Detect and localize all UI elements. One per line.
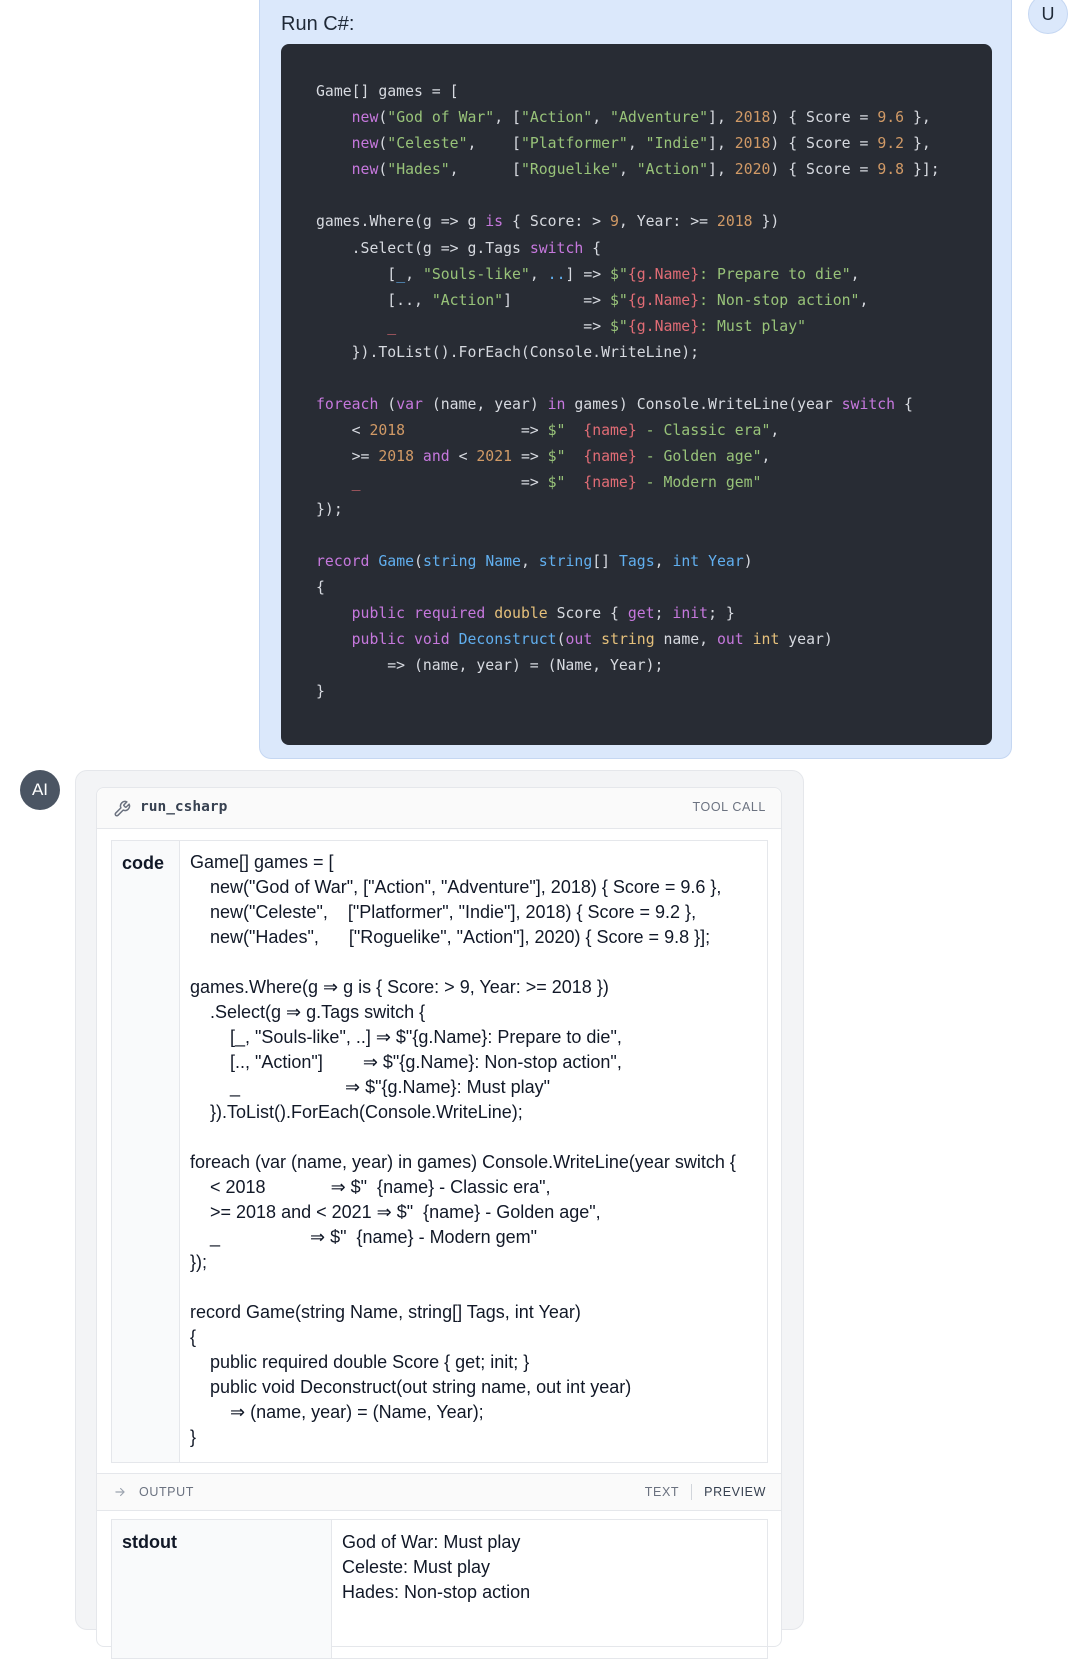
ai-avatar: AI bbox=[20, 770, 60, 810]
tool-call-tag: TOOL CALL bbox=[692, 800, 766, 814]
output-key-stdout: stdout bbox=[112, 1520, 332, 1658]
tool-arguments: code Game[] games = [ new("God of War", … bbox=[111, 840, 768, 1463]
user-message-title: Run C#: bbox=[281, 13, 355, 35]
wrench-icon bbox=[114, 800, 131, 817]
arg-key-code: code bbox=[112, 841, 180, 1462]
tool-call-card: run_csharp TOOL CALL code Game[] games =… bbox=[96, 787, 782, 1659]
tab-divider bbox=[691, 1484, 693, 1500]
arg-value-code-text: Game[] games = [ new("God of War", ["Act… bbox=[190, 852, 736, 1447]
output-view-tabs: TEXT PREVIEW bbox=[645, 1484, 766, 1500]
code-block: Game[] games = [ new("God of War", ["Act… bbox=[281, 44, 992, 745]
tab-preview[interactable]: PREVIEW bbox=[704, 1485, 766, 1499]
output-value-stdout: God of War: Must play Celeste: Must play… bbox=[332, 1520, 530, 1658]
arg-value-code: Game[] games = [ new("God of War", ["Act… bbox=[180, 841, 736, 1462]
tab-text[interactable]: TEXT bbox=[645, 1485, 679, 1499]
tool-name: run_csharp bbox=[140, 799, 228, 815]
output-value-stdout-text: God of War: Must play Celeste: Must play… bbox=[342, 1532, 531, 1602]
ai-message-bubble: run_csharp TOOL CALL code Game[] games =… bbox=[75, 770, 804, 1659]
code-block-content: Game[] games = [ new("God of War", ["Act… bbox=[316, 83, 940, 701]
output-label: OUTPUT bbox=[139, 1485, 194, 1499]
user-message-bubble: Run C#: Game[] games = [ new("God of War… bbox=[259, 0, 1012, 759]
tool-call-header: run_csharp TOOL CALL bbox=[97, 788, 781, 829]
user-avatar: U bbox=[1028, 0, 1068, 34]
output-header: OUTPUT TEXT PREVIEW bbox=[97, 1473, 781, 1511]
arrow-right-icon bbox=[115, 1487, 125, 1497]
tool-output: stdout God of War: Must play Celeste: Mu… bbox=[111, 1519, 768, 1659]
